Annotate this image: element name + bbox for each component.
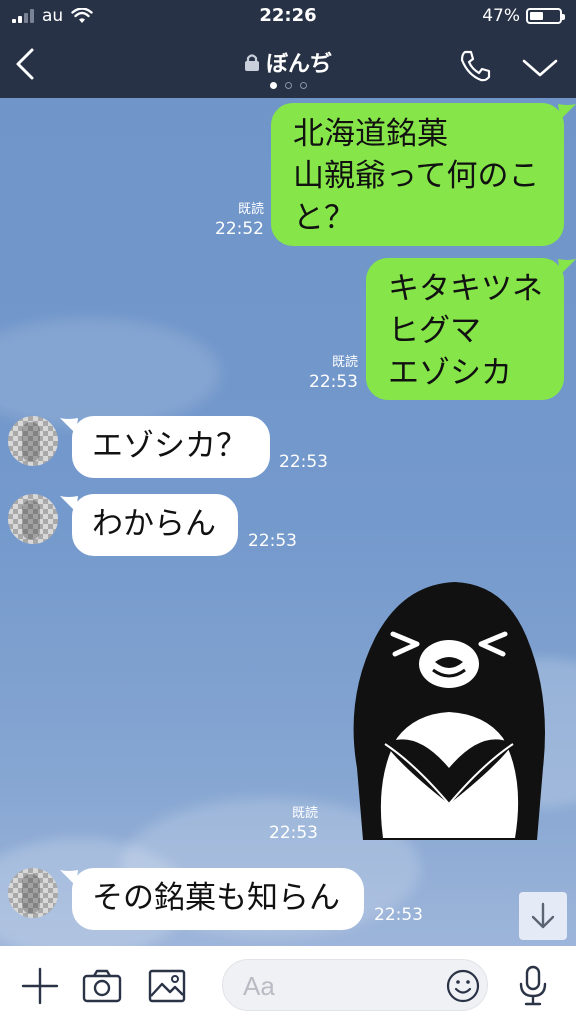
read-label: 既読 [291,806,318,821]
page-dot [284,82,292,89]
status-bar: au 22:26 47% [0,0,576,32]
message-text: 山親爺って何のこ [293,158,540,194]
lock-icon [244,54,259,71]
image-icon[interactable] [148,968,186,1004]
message-text: エゾシカ？ [92,428,247,464]
incoming-message[interactable]: その銘菓も知らん [72,868,364,930]
scroll-to-bottom-button[interactable] [519,892,567,940]
message-meta: 22:53 [248,530,297,552]
bubble-tail [558,259,576,275]
phone-icon[interactable] [456,46,496,86]
avatar[interactable] [8,416,58,466]
message-meta: 既読 22:53 [262,806,318,844]
message-meta: 22:53 [279,451,328,473]
message-meta: 既読 22:53 [292,355,358,393]
plus-icon[interactable] [20,966,60,1006]
bubble-tail [558,104,576,120]
battery-icon [526,8,565,24]
message-meta: 既読 22:52 [200,202,264,240]
message-time: 22:53 [269,823,318,843]
chevron-down-icon[interactable] [518,50,562,84]
message-text: と？ [293,200,355,236]
avatar[interactable] [8,494,58,544]
page-dot [299,82,307,89]
outgoing-message[interactable]: キタキツネ ヒグマ エゾシカ [366,258,564,400]
message-text: ヒグマ [388,313,481,349]
page-dot [269,82,277,89]
chat-area[interactable]: 既読 22:52 北海道銘菓 山親爺って何のこ と？ 既読 22:53 キタキツ… [0,98,576,946]
avatar[interactable] [8,868,58,918]
message-field[interactable] [222,959,488,1011]
input-bar [0,946,576,1024]
chat-header: ぼんぢ [0,32,576,98]
incoming-message[interactable]: わからん [72,494,238,556]
message-text: 北海道銘菓 [293,116,448,152]
outgoing-message[interactable]: 北海道銘菓 山親爺って何のこ と？ [271,103,564,246]
message-text: わからん [92,506,216,542]
penguin-sticker[interactable] [345,578,551,840]
scroll-down-icon [531,902,555,929]
message-input[interactable] [241,968,445,1004]
camera-icon[interactable] [82,968,122,1004]
message-text: キタキツネ [388,271,543,307]
message-time: 22:53 [279,452,328,472]
message-text: エゾシカ [388,355,512,391]
message-time: 22:53 [374,905,423,925]
read-label: 既読 [237,202,264,217]
read-label: 既読 [331,355,358,370]
message-time: 22:52 [215,219,264,239]
incoming-message[interactable]: エゾシカ？ [72,416,270,478]
message-time: 22:53 [309,372,358,392]
battery-percent: 47% [482,6,520,26]
microphone-icon[interactable] [516,964,550,1008]
emoji-icon[interactable] [445,968,481,1004]
message-text: その銘菓も知らん [92,880,340,916]
chat-title[interactable]: ぼんぢ [266,46,332,78]
message-meta: 22:53 [374,904,423,926]
message-time: 22:53 [248,531,297,551]
